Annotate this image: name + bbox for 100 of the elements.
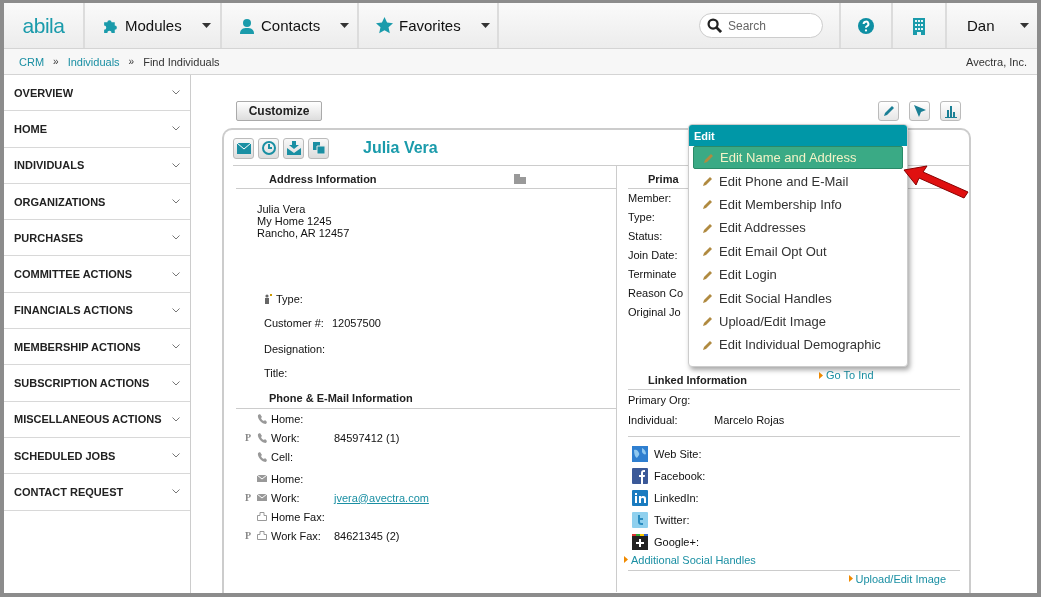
breadcrumb-item[interactable]: Individuals (67, 55, 120, 68)
field-label: Title: (264, 367, 288, 379)
clock-icon[interactable] (258, 137, 279, 159)
breadcrumb-item: Find Individuals (143, 55, 220, 68)
envelope-icon[interactable] (233, 137, 254, 159)
sidebar-item[interactable]: INDIVIDUALS (4, 147, 190, 184)
customize-button[interactable]: Customize (236, 101, 322, 121)
sidebar-item[interactable]: SCHEDULED JOBS (4, 437, 190, 475)
field-label: Home Fax: (271, 510, 326, 523)
field-label: Home: (271, 412, 305, 425)
chevron-icon (172, 90, 180, 96)
cursor-icon[interactable] (909, 101, 930, 121)
menu-item[interactable]: Edit Membership Info (693, 192, 903, 217)
menu-item[interactable]: Edit Phone and E-Mail (693, 169, 903, 193)
field-label: Home: (271, 472, 305, 485)
upload-image-link[interactable]: Upload/Edit Image (848, 572, 946, 585)
person-icon (264, 294, 272, 304)
caret-icon (480, 23, 490, 28)
primary-marker: P (245, 432, 252, 443)
field-label: Original Jo (628, 305, 681, 318)
puzzle-icon (102, 17, 119, 34)
pencil-icon (703, 316, 713, 327)
chevron-icon (172, 235, 180, 241)
phone-icon (257, 413, 267, 424)
sidebar-item[interactable]: SUBSCRIPTION ACTIONS (4, 365, 190, 402)
sidebar-item[interactable]: MEMBERSHIP ACTIONS (4, 329, 190, 366)
menu-item[interactable]: Edit Individual Demographic (693, 333, 903, 357)
menu-item[interactable]: Edit Login (693, 262, 903, 287)
chevron-icon (172, 126, 180, 132)
primary-marker: P (245, 530, 252, 541)
sidebar-item[interactable]: OVERVIEW (4, 75, 190, 112)
menu-title: Edit (689, 125, 907, 146)
person-icon (239, 17, 255, 34)
menu-item[interactable]: Upload/Edit Image (693, 309, 903, 334)
pencil-icon (703, 293, 713, 304)
section-heading: Linked Information (648, 374, 747, 387)
primary-marker: P (245, 492, 252, 503)
caret-icon (340, 23, 350, 28)
search-field[interactable]: Search (699, 13, 823, 38)
user-menu[interactable]: Dan (947, 3, 1037, 48)
sidebar-item[interactable]: COMMITTEE ACTIONS (4, 256, 190, 293)
bullet-icon (819, 371, 823, 379)
envelope-icon (257, 494, 267, 501)
breadcrumb-separator: » (128, 56, 135, 67)
pencil-icon (704, 152, 714, 163)
bar-chart-icon[interactable] (940, 101, 961, 121)
copy-icon[interactable] (308, 137, 329, 159)
field-label: Reason Co (628, 286, 684, 299)
chevron-icon (172, 453, 180, 459)
chevron-icon (172, 307, 180, 313)
field-label: Web Site: (654, 448, 702, 461)
chevron-icon (172, 489, 180, 495)
sidebar-item[interactable]: HOME (4, 111, 190, 148)
menu-item[interactable]: Edit Email Opt Out (693, 239, 903, 263)
address-text: Julia Vera My Home 1245 Rancho, AR 12457 (256, 202, 351, 239)
building-icon[interactable] (912, 16, 926, 35)
chevron-icon (172, 380, 180, 386)
chevron-icon (172, 344, 180, 350)
sidebar-item[interactable]: ORGANIZATIONS (4, 183, 190, 221)
pencil-icon (703, 269, 713, 280)
field-label: Type: (628, 211, 655, 224)
record-title: Julia Vera (363, 139, 438, 157)
pencil-icon (703, 176, 713, 187)
go-to-link[interactable]: Go To Ind (819, 369, 874, 382)
field-label: Work: (271, 491, 301, 504)
bullet-icon (848, 575, 853, 583)
chevron-icon (172, 162, 180, 168)
pencil-icon (703, 246, 713, 257)
phone-icon (257, 432, 267, 443)
email-link[interactable]: jvera@avectra.com (334, 491, 429, 504)
chevron-icon (172, 199, 180, 205)
field-label: Work: (271, 431, 301, 444)
section-heading: Prima (648, 173, 679, 185)
breadcrumb-item[interactable]: CRM (19, 55, 45, 68)
star-icon (376, 17, 393, 34)
sidebar-item[interactable]: CONTACT REQUEST (4, 474, 190, 511)
pencil-icon (703, 222, 713, 233)
sidebar-item[interactable]: PURCHASES (4, 220, 190, 257)
sidebar-item[interactable]: FINANCIALS ACTIONS (4, 292, 190, 330)
building-icon (513, 174, 526, 184)
sidebar-item[interactable]: MISCELLANEOUS ACTIONS (4, 401, 190, 438)
linkedin-icon (632, 490, 648, 507)
download-icon[interactable] (283, 137, 304, 159)
help-icon[interactable] (858, 17, 874, 34)
field-label: Twitter: (654, 514, 690, 527)
facebook-icon (632, 468, 648, 485)
chevron-icon (172, 271, 180, 277)
field-value: 12057500 (332, 317, 381, 329)
pencil-icon[interactable] (878, 101, 899, 121)
menu-item[interactable]: Edit Social Handles (693, 286, 903, 310)
field-label: Primary Org: (628, 394, 692, 407)
field-label: Status: (628, 230, 663, 243)
field-label: Individual: (628, 414, 679, 427)
field-label: Work Fax: (271, 529, 322, 542)
menu-item[interactable]: Edit Addresses (693, 216, 903, 240)
bullet-icon (624, 556, 628, 564)
breadcrumb-separator: » (53, 56, 59, 67)
social-handles-link[interactable]: Additional Social Handles (624, 553, 756, 566)
field-value: 84597412 (1) (334, 431, 400, 444)
envelope-icon (257, 475, 267, 482)
